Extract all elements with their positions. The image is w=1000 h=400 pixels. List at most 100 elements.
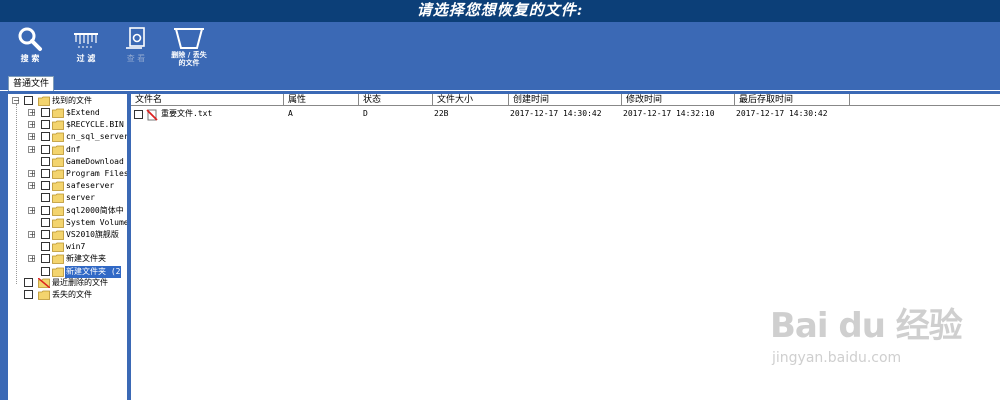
tree-item-label: $RECYCLE.BIN — [66, 120, 124, 130]
column-header-attr[interactable]: 属性 — [284, 94, 359, 106]
tree-checkbox[interactable] — [41, 120, 50, 130]
tree-expand-icon[interactable]: + — [28, 231, 36, 239]
tree-expand-icon[interactable]: + — [28, 182, 36, 190]
tree-item-folder[interactable]: server — [8, 192, 127, 204]
tree-checkbox[interactable] — [24, 96, 33, 105]
folder-icon — [52, 108, 64, 118]
tree-checkbox[interactable] — [41, 254, 50, 264]
tree-expand-icon[interactable]: + — [28, 133, 36, 141]
column-header-name[interactable]: 文件名 — [131, 94, 284, 106]
tree-item-label: VS2010旗舰版 — [66, 230, 119, 239]
tree-item-label: 最近删除的文件 — [52, 278, 108, 287]
watermark-brand: Bai du 经验 — [770, 306, 963, 346]
tree-item-label: cn_sql_server — [66, 132, 129, 142]
folder-icon — [38, 290, 50, 300]
tree-checkbox[interactable] — [41, 181, 50, 191]
tree-checkbox[interactable] — [41, 205, 50, 215]
tree-collapse-icon[interactable]: − — [12, 97, 20, 105]
tree-item-folder[interactable]: + 新建文件夹 — [8, 253, 127, 265]
folder-icon — [52, 230, 64, 240]
tree-checkbox[interactable] — [41, 217, 50, 227]
tree-checkbox[interactable] — [41, 144, 50, 154]
file-list[interactable]: 文件名 属性 状态 文件大小 创建时间 修改时间 最后存取时间 重要文件.txt… — [131, 94, 1000, 400]
tree-item-label: Program Files — [66, 169, 129, 178]
watermark: Bai du 经验 jingyan.baidu.com — [770, 290, 970, 380]
tab-normal-files[interactable]: 普通文件 — [8, 76, 55, 91]
tree-item-label: sql2000简体中 — [66, 205, 124, 215]
tree-item-folder[interactable]: + sql2000简体中 — [8, 205, 127, 217]
column-header-modified[interactable]: 修改时间 — [622, 94, 735, 106]
folder-icon — [52, 242, 64, 253]
view-button[interactable]: 查 看 — [116, 25, 156, 63]
file-created: 2017-12-17 14:30:42 — [510, 109, 602, 118]
tree-item-folder[interactable]: + $Extend — [8, 107, 127, 119]
tree-checkbox[interactable] — [41, 242, 50, 252]
tree-checkbox[interactable] — [24, 278, 33, 287]
tree-expand-icon[interactable]: + — [28, 145, 36, 153]
folder-icon — [52, 206, 64, 216]
tree-expand-icon[interactable]: + — [28, 170, 36, 178]
folder-icon — [38, 96, 50, 106]
tree-item-folder[interactable]: win7 — [8, 241, 127, 253]
tree-expand-icon[interactable]: + — [28, 109, 36, 117]
folder-icon — [52, 132, 64, 143]
tree-item-label: safeserver — [66, 181, 115, 191]
document-view-icon — [126, 27, 145, 49]
column-header-created[interactable]: 创建时间 — [509, 94, 622, 106]
tree-checkbox[interactable] — [41, 230, 50, 239]
tree-item-folder[interactable]: + $RECYCLE.BIN — [8, 119, 127, 131]
folder-icon — [52, 254, 64, 265]
file-modified: 2017-12-17 14:32:10 — [623, 109, 715, 118]
folder-tree[interactable]: − 找到的文件 + $Extend + $RECYCLE.BIN + cn_sql_serve… — [8, 94, 130, 400]
folder-icon — [52, 193, 64, 204]
tree-item-folder[interactable]: GameDownload — [8, 156, 127, 168]
deleted-folder-icon — [38, 278, 50, 288]
tree-checkbox[interactable] — [41, 156, 50, 166]
column-header-size[interactable]: 文件大小 — [433, 94, 509, 106]
tree-item-label: 新建文件夹 — [66, 254, 106, 264]
dialog-title: 请选择您想恢复的文件: — [0, 0, 1000, 22]
tree-item-folder[interactable]: 新建文件夹 (2 — [8, 265, 127, 278]
filter-label: 过 滤 — [76, 54, 96, 63]
folder-icon — [52, 157, 64, 167]
tree-item-folder[interactable]: System Volume — [8, 217, 127, 229]
search-label: 搜 索 — [20, 54, 40, 63]
tree-checkbox[interactable] — [24, 290, 33, 299]
tree-item-folder[interactable]: + safeserver — [8, 180, 127, 192]
tree-item-folder[interactable]: + Program Files — [8, 168, 127, 180]
tree-item-label: 丢失的文件 — [52, 290, 92, 299]
view-label: 查 看 — [126, 54, 146, 63]
tree-checkbox[interactable] — [41, 132, 50, 142]
file-status: D — [363, 109, 368, 118]
deleted-lost-files-button[interactable]: 删除 / 丢失 的文件 — [166, 24, 212, 67]
tree-lost-files[interactable]: 丢失的文件 — [8, 289, 127, 301]
search-button[interactable]: 搜 索 — [10, 25, 50, 63]
folder-icon — [52, 145, 64, 155]
watermark-site: jingyan.baidu.com — [772, 350, 902, 366]
tree-root-found-files[interactable]: − 找到的文件 — [8, 95, 127, 107]
tree-checkbox[interactable] — [41, 266, 50, 276]
tree-item-folder[interactable]: + cn_sql_server — [8, 131, 127, 143]
tree-expand-icon[interactable]: + — [28, 206, 36, 214]
deleted-file-icon — [146, 109, 158, 121]
tree-item-folder[interactable]: + VS2010旗舰版 — [8, 229, 127, 241]
tree-expand-icon[interactable]: + — [28, 255, 36, 263]
folder-icon — [52, 218, 64, 228]
filter-icon — [74, 33, 98, 48]
column-header-filler — [850, 94, 1000, 106]
tree-item-folder[interactable]: + dnf — [8, 144, 127, 156]
tree-checkbox[interactable] — [41, 169, 50, 178]
tree-item-label: 新建文件夹 (2 — [65, 265, 122, 278]
deleted-lost-label-2: 的文件 — [178, 59, 200, 67]
tree-item-label: server — [66, 193, 95, 203]
magnifier-icon — [18, 27, 42, 51]
filter-button[interactable]: 过 滤 — [66, 25, 106, 63]
folder-icon — [52, 169, 64, 179]
column-header-accessed[interactable]: 最后存取时间 — [735, 94, 850, 106]
row-checkbox[interactable] — [134, 110, 143, 119]
tree-checkbox[interactable] — [41, 193, 50, 203]
tree-checkbox[interactable] — [41, 108, 50, 117]
tree-recent-deleted[interactable]: 最近删除的文件 — [8, 277, 127, 289]
column-header-status[interactable]: 状态 — [359, 94, 433, 106]
tree-expand-icon[interactable]: + — [28, 121, 36, 129]
